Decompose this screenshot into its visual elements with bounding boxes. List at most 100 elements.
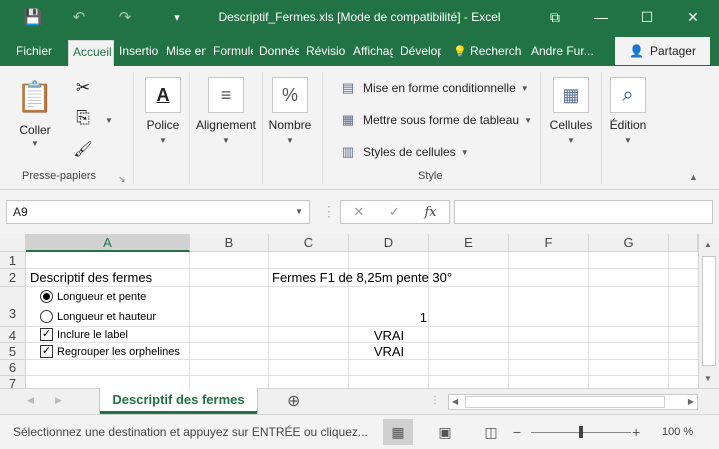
- row-header-2[interactable]: 2: [0, 269, 26, 287]
- tab-splitter-icon[interactable]: ⋮: [430, 396, 440, 406]
- conditional-formatting-dropdown-icon: ▼: [520, 83, 529, 93]
- worksheet-grid[interactable]: A B C D E F G 1 2 3 4 5 6 7 Descriptif d…: [0, 234, 719, 388]
- cell-a2[interactable]: Descriptif des fermes: [30, 270, 152, 285]
- editing-label: Édition: [609, 118, 647, 132]
- close-icon[interactable]: ✕: [670, 0, 716, 34]
- scroll-up-icon[interactable]: ▲: [704, 240, 712, 249]
- person-icon: 👤: [629, 44, 644, 58]
- editing-button[interactable]: Édition ▼: [603, 118, 653, 145]
- user-account[interactable]: Andre Fur...: [529, 40, 597, 66]
- font-button[interactable]: Police ▼: [138, 118, 188, 145]
- column-header-g[interactable]: G: [589, 234, 669, 252]
- copy-icon[interactable]: ⎘: [72, 108, 94, 130]
- vertical-scroll-thumb[interactable]: [702, 256, 716, 366]
- cell-d4[interactable]: VRAI: [349, 328, 429, 343]
- horizontal-scroll-thumb[interactable]: [465, 396, 665, 408]
- sheet-next-icon[interactable]: ▶: [55, 395, 62, 406]
- name-box[interactable]: A9 ▼: [6, 200, 310, 224]
- scroll-left-icon[interactable]: ◀: [452, 397, 458, 406]
- share-button[interactable]: 👤 Partager: [615, 37, 710, 65]
- page-break-view-icon[interactable]: ◫: [476, 419, 506, 445]
- zoom-slider-thumb[interactable]: [579, 426, 583, 438]
- tab-affichage[interactable]: Affichage: [351, 40, 393, 66]
- row-header-1[interactable]: 1: [0, 252, 26, 269]
- radio-longueur-pente[interactable]: Longueur et pente: [40, 290, 146, 303]
- undo-icon[interactable]: ↶: [63, 0, 95, 34]
- paste-button[interactable]: 📋 Coller ▼: [14, 78, 56, 168]
- collapse-ribbon-icon[interactable]: ▲: [689, 172, 698, 182]
- tab-fichier[interactable]: Fichier: [14, 40, 58, 66]
- gridline: [508, 252, 509, 388]
- search-box[interactable]: 💡 Recherch: [451, 40, 523, 66]
- sheet-prev-icon[interactable]: ◀: [27, 395, 34, 406]
- zoom-in-icon[interactable]: +: [632, 424, 640, 440]
- checkbox-regrouper-orphelines[interactable]: ✓ Regrouper les orphelines: [40, 345, 180, 358]
- alignment-icon: ≡: [208, 77, 244, 113]
- copy-dropdown-icon[interactable]: ▼: [104, 116, 114, 125]
- row-header-4[interactable]: 4: [0, 327, 26, 343]
- divider: [189, 72, 190, 184]
- column-header-b[interactable]: B: [190, 234, 269, 252]
- tab-insertion[interactable]: Insertion: [117, 40, 159, 66]
- alignment-button[interactable]: Alignement ▼: [192, 118, 260, 145]
- format-as-table-button[interactable]: ▦ Mettre sous forme de tableau ▼: [338, 109, 532, 131]
- number-button[interactable]: Nombre ▼: [264, 118, 316, 145]
- clipboard-group-label: Presse-papiers: [22, 170, 96, 182]
- add-sheet-icon[interactable]: ⊕: [287, 391, 300, 411]
- column-header-a[interactable]: A: [26, 234, 190, 252]
- cells-icon: ▦: [553, 77, 589, 113]
- column-header-d[interactable]: D: [349, 234, 429, 252]
- zoom-level[interactable]: 100 %: [662, 426, 693, 438]
- tab-mise-en-page[interactable]: Mise en page: [164, 40, 206, 66]
- normal-view-icon[interactable]: ▦: [383, 419, 413, 445]
- column-header-c[interactable]: C: [269, 234, 349, 252]
- page-layout-view-icon[interactable]: ▣: [430, 419, 460, 445]
- select-all-corner[interactable]: [0, 234, 26, 252]
- gridline: [268, 252, 269, 388]
- divider: [322, 72, 323, 184]
- gridline: [26, 375, 698, 376]
- insert-function-icon[interactable]: fx: [424, 205, 436, 220]
- vertical-scrollbar[interactable]: ▲ ▼: [698, 234, 719, 388]
- row-header-3[interactable]: 3: [0, 287, 26, 327]
- cell-d3[interactable]: 1: [349, 310, 427, 325]
- clipboard-launcher-icon[interactable]: ↘: [118, 174, 126, 185]
- ribbon-display-options-icon[interactable]: ⧉: [532, 0, 578, 34]
- name-box-dropdown-icon[interactable]: ▼: [295, 201, 303, 223]
- cells-button[interactable]: Cellules ▼: [544, 118, 598, 145]
- cell-d5[interactable]: VRAI: [349, 344, 429, 359]
- row-header-7[interactable]: 7: [0, 376, 26, 388]
- enter-icon[interactable]: ✓: [389, 204, 400, 220]
- cell-styles-button[interactable]: ▥ Styles de cellules ▼: [338, 141, 469, 163]
- cut-icon[interactable]: ✂: [72, 78, 94, 100]
- redo-icon[interactable]: ↷: [109, 0, 141, 34]
- formula-input[interactable]: [454, 200, 713, 224]
- scroll-right-icon[interactable]: ▶: [688, 397, 694, 406]
- tab-developpeur[interactable]: Développeur: [398, 40, 441, 66]
- conditional-formatting-button[interactable]: ▤ Mise en forme conditionnelle ▼: [338, 77, 529, 99]
- sheet-tab-descriptif[interactable]: Descriptif des fermes: [100, 388, 257, 414]
- horizontal-scrollbar[interactable]: ◀ ▶: [448, 394, 698, 410]
- scroll-down-icon[interactable]: ▼: [704, 374, 712, 383]
- tab-formules[interactable]: Formules: [211, 40, 253, 66]
- customize-toolbar-icon[interactable]: ▾: [161, 0, 193, 34]
- column-header-e[interactable]: E: [429, 234, 509, 252]
- tab-revision[interactable]: Révision: [304, 40, 346, 66]
- editing-dropdown-icon: ▼: [624, 136, 632, 145]
- row-header-6[interactable]: 6: [0, 360, 26, 376]
- restore-icon[interactable]: ☐: [624, 0, 670, 34]
- radio-longueur-hauteur[interactable]: Longueur et hauteur: [40, 310, 156, 323]
- cell-c2[interactable]: Fermes F1 de 8,25m pente 30°: [272, 270, 452, 285]
- minimize-icon[interactable]: —: [578, 0, 624, 34]
- cancel-icon[interactable]: ✕: [353, 204, 364, 220]
- row-header-5[interactable]: 5: [0, 343, 26, 360]
- save-icon[interactable]: 💾: [17, 0, 49, 34]
- column-header-f[interactable]: F: [509, 234, 589, 252]
- column-header-h[interactable]: [669, 234, 698, 252]
- tab-accueil[interactable]: Accueil: [68, 40, 114, 66]
- gridline: [668, 252, 669, 388]
- format-painter-icon[interactable]: 🖌: [72, 140, 94, 162]
- checkbox-inclure-label[interactable]: ✓ Inclure le label: [40, 328, 128, 341]
- zoom-out-icon[interactable]: −: [513, 424, 521, 440]
- tab-donnees[interactable]: Données: [257, 40, 299, 66]
